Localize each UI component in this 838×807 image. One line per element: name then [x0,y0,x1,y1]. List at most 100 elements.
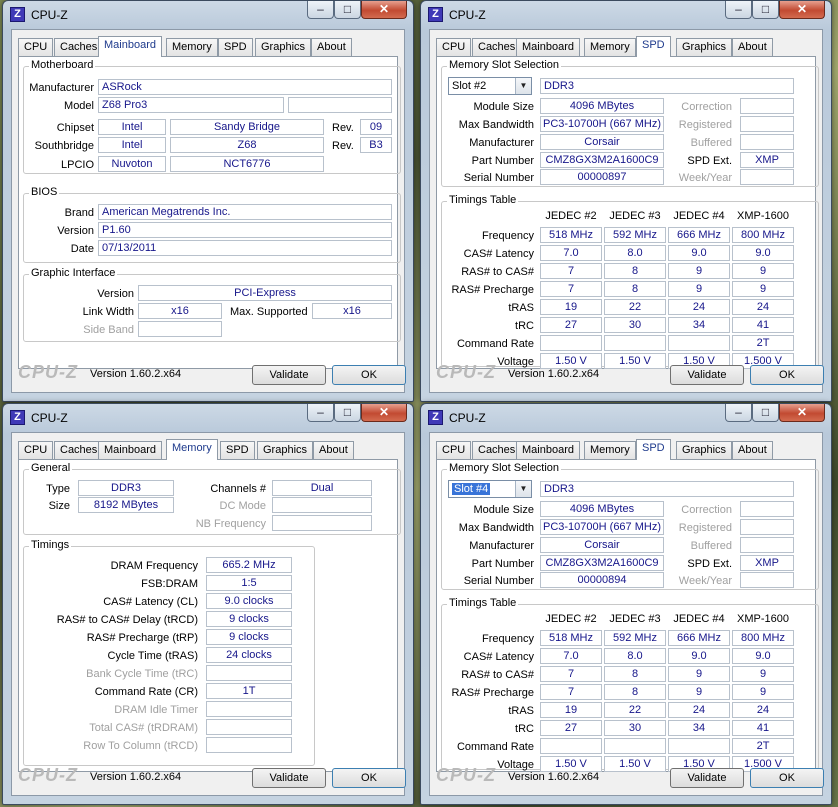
tab-caches[interactable]: Caches [472,441,522,459]
slot-value: Slot #2 [452,80,487,92]
timing-label: Cycle Time (tRAS) [107,650,198,662]
window-title: CPU-Z [31,8,68,22]
tab-memory[interactable]: Memory [584,441,636,459]
lpcio-label: LPCIO [60,159,94,171]
tab-cpu[interactable]: CPU [436,38,472,56]
maximize-button[interactable]: □ [334,1,361,19]
close-button[interactable]: ✕ [779,404,825,422]
minimize-button[interactable]: ‒ [725,404,752,422]
ok-button[interactable]: OK [750,768,824,788]
serial-number-label: Serial Number [463,575,534,587]
chipset-rev-field: 09 [360,119,392,135]
tab-graphics[interactable]: Graphics [676,441,733,459]
timing-cell: 8 [604,263,666,279]
memory-slot-selection-group: Memory Slot Selection Slot #4 ▼ DDR3 Modu… [441,462,819,590]
registered-label: Registered [678,522,732,534]
title-bar[interactable]: Z CPU-Z ‒ □ ✕ [3,404,413,432]
tab-mainboard[interactable]: Mainboard [98,441,162,459]
close-button[interactable]: ✕ [779,1,825,19]
tab-mainboard[interactable]: Mainboard [98,36,162,57]
ok-button[interactable]: OK [750,365,824,385]
slot-value: Slot #4 [452,483,491,495]
row-label: tRAS [508,302,534,314]
validate-button[interactable]: Validate [252,365,326,385]
version-text: Version 1.60.2.x64 [508,368,600,380]
row-label: RAS# Precharge [451,687,534,699]
tab-memory[interactable]: Memory [166,38,218,56]
tab-memory[interactable]: Memory [584,38,636,56]
title-bar[interactable]: Z CPU-Z ‒ □ ✕ [421,1,831,29]
tab-caches[interactable]: Caches [54,441,104,459]
week-year-field [740,572,794,588]
tab-spd[interactable]: SPD [218,38,253,56]
timing-cell: 7 [540,263,602,279]
correction-label: Correction [681,504,732,516]
tab-about[interactable]: About [732,38,773,56]
row-label: tRC [515,723,534,735]
title-bar[interactable]: Z CPU-Z ‒ □ ✕ [421,404,831,432]
timing-cell: 7 [540,684,602,700]
timing-label: RAS# to CAS# Delay (tRCD) [56,614,198,626]
timing-label: Row To Column (tRCD) [83,740,198,752]
timing-cell: 19 [540,702,602,718]
mainboard-panel: Motherboard Manufacturer ASRock Model Z6… [18,56,401,369]
timing-value [206,719,292,735]
tab-spd[interactable]: SPD [636,36,671,57]
window-title: CPU-Z [31,411,68,425]
tab-graphics[interactable]: Graphics [676,38,733,56]
spd-panel: Memory Slot Selection Slot #2 ▼ DDR3 Modu… [436,56,819,369]
timing-cell: 9 [732,666,794,682]
close-button[interactable]: ✕ [361,404,407,422]
window-body: CPU Caches Mainboard Memory SPD Graphics… [429,29,824,393]
timing-value: 9 clocks [206,629,292,645]
window-body: CPU Caches Mainboard Memory SPD Graphics… [11,432,406,796]
tab-spd[interactable]: SPD [636,439,671,460]
tab-cpu[interactable]: CPU [18,441,54,459]
minimize-button[interactable]: ‒ [307,404,334,422]
validate-button[interactable]: Validate [252,768,326,788]
tab-graphics[interactable]: Graphics [257,441,314,459]
maximize-button[interactable]: □ [752,404,779,422]
chevron-down-icon: ▼ [515,481,531,497]
maximize-button[interactable]: □ [334,404,361,422]
tab-caches[interactable]: Caches [472,38,522,56]
tab-about[interactable]: About [732,441,773,459]
tab-caches[interactable]: Caches [54,38,104,56]
tab-memory[interactable]: Memory [166,439,218,460]
minimize-button[interactable]: ‒ [307,1,334,19]
ok-button[interactable]: OK [332,768,406,788]
tab-mainboard[interactable]: Mainboard [516,441,580,459]
row-label: Command Rate [456,338,534,350]
validate-button[interactable]: Validate [670,365,744,385]
title-bar[interactable]: Z CPU-Z ‒ □ ✕ [3,1,413,29]
timing-cell: 9.0 [668,245,730,261]
tab-cpu[interactable]: CPU [436,441,472,459]
tab-mainboard[interactable]: Mainboard [516,38,580,56]
close-button[interactable]: ✕ [361,1,407,19]
maximize-button[interactable]: □ [752,1,779,19]
tab-about[interactable]: About [313,441,354,459]
timing-cell: 2T [732,738,794,754]
timing-label: Total CAS# (tRDRAM) [89,722,198,734]
slot-dropdown[interactable]: Slot #2 ▼ [448,77,532,95]
lpcio-vendor-field: Nuvoton [98,156,166,172]
manufacturer-field: ASRock [98,79,392,95]
tab-cpu[interactable]: CPU [18,38,54,56]
tab-spd[interactable]: SPD [220,441,255,459]
validate-button[interactable]: Validate [670,768,744,788]
timing-label: FSB:DRAM [141,578,198,590]
part-number-label: Part Number [471,558,534,570]
version-text: Version 1.60.2.x64 [90,771,182,783]
memory-type-field: DDR3 [540,78,794,94]
link-width-field: x16 [138,303,222,319]
group-label: General [29,462,73,474]
slot-dropdown[interactable]: Slot #4 ▼ [448,480,532,498]
serial-number-field: 00000897 [540,169,664,185]
tab-graphics[interactable]: Graphics [255,38,312,56]
minimize-button[interactable]: ‒ [725,1,752,19]
column-header: JEDEC #3 [609,613,661,625]
row-label: tRC [515,320,534,332]
window-title: CPU-Z [449,8,486,22]
ok-button[interactable]: OK [332,365,406,385]
tab-about[interactable]: About [311,38,352,56]
